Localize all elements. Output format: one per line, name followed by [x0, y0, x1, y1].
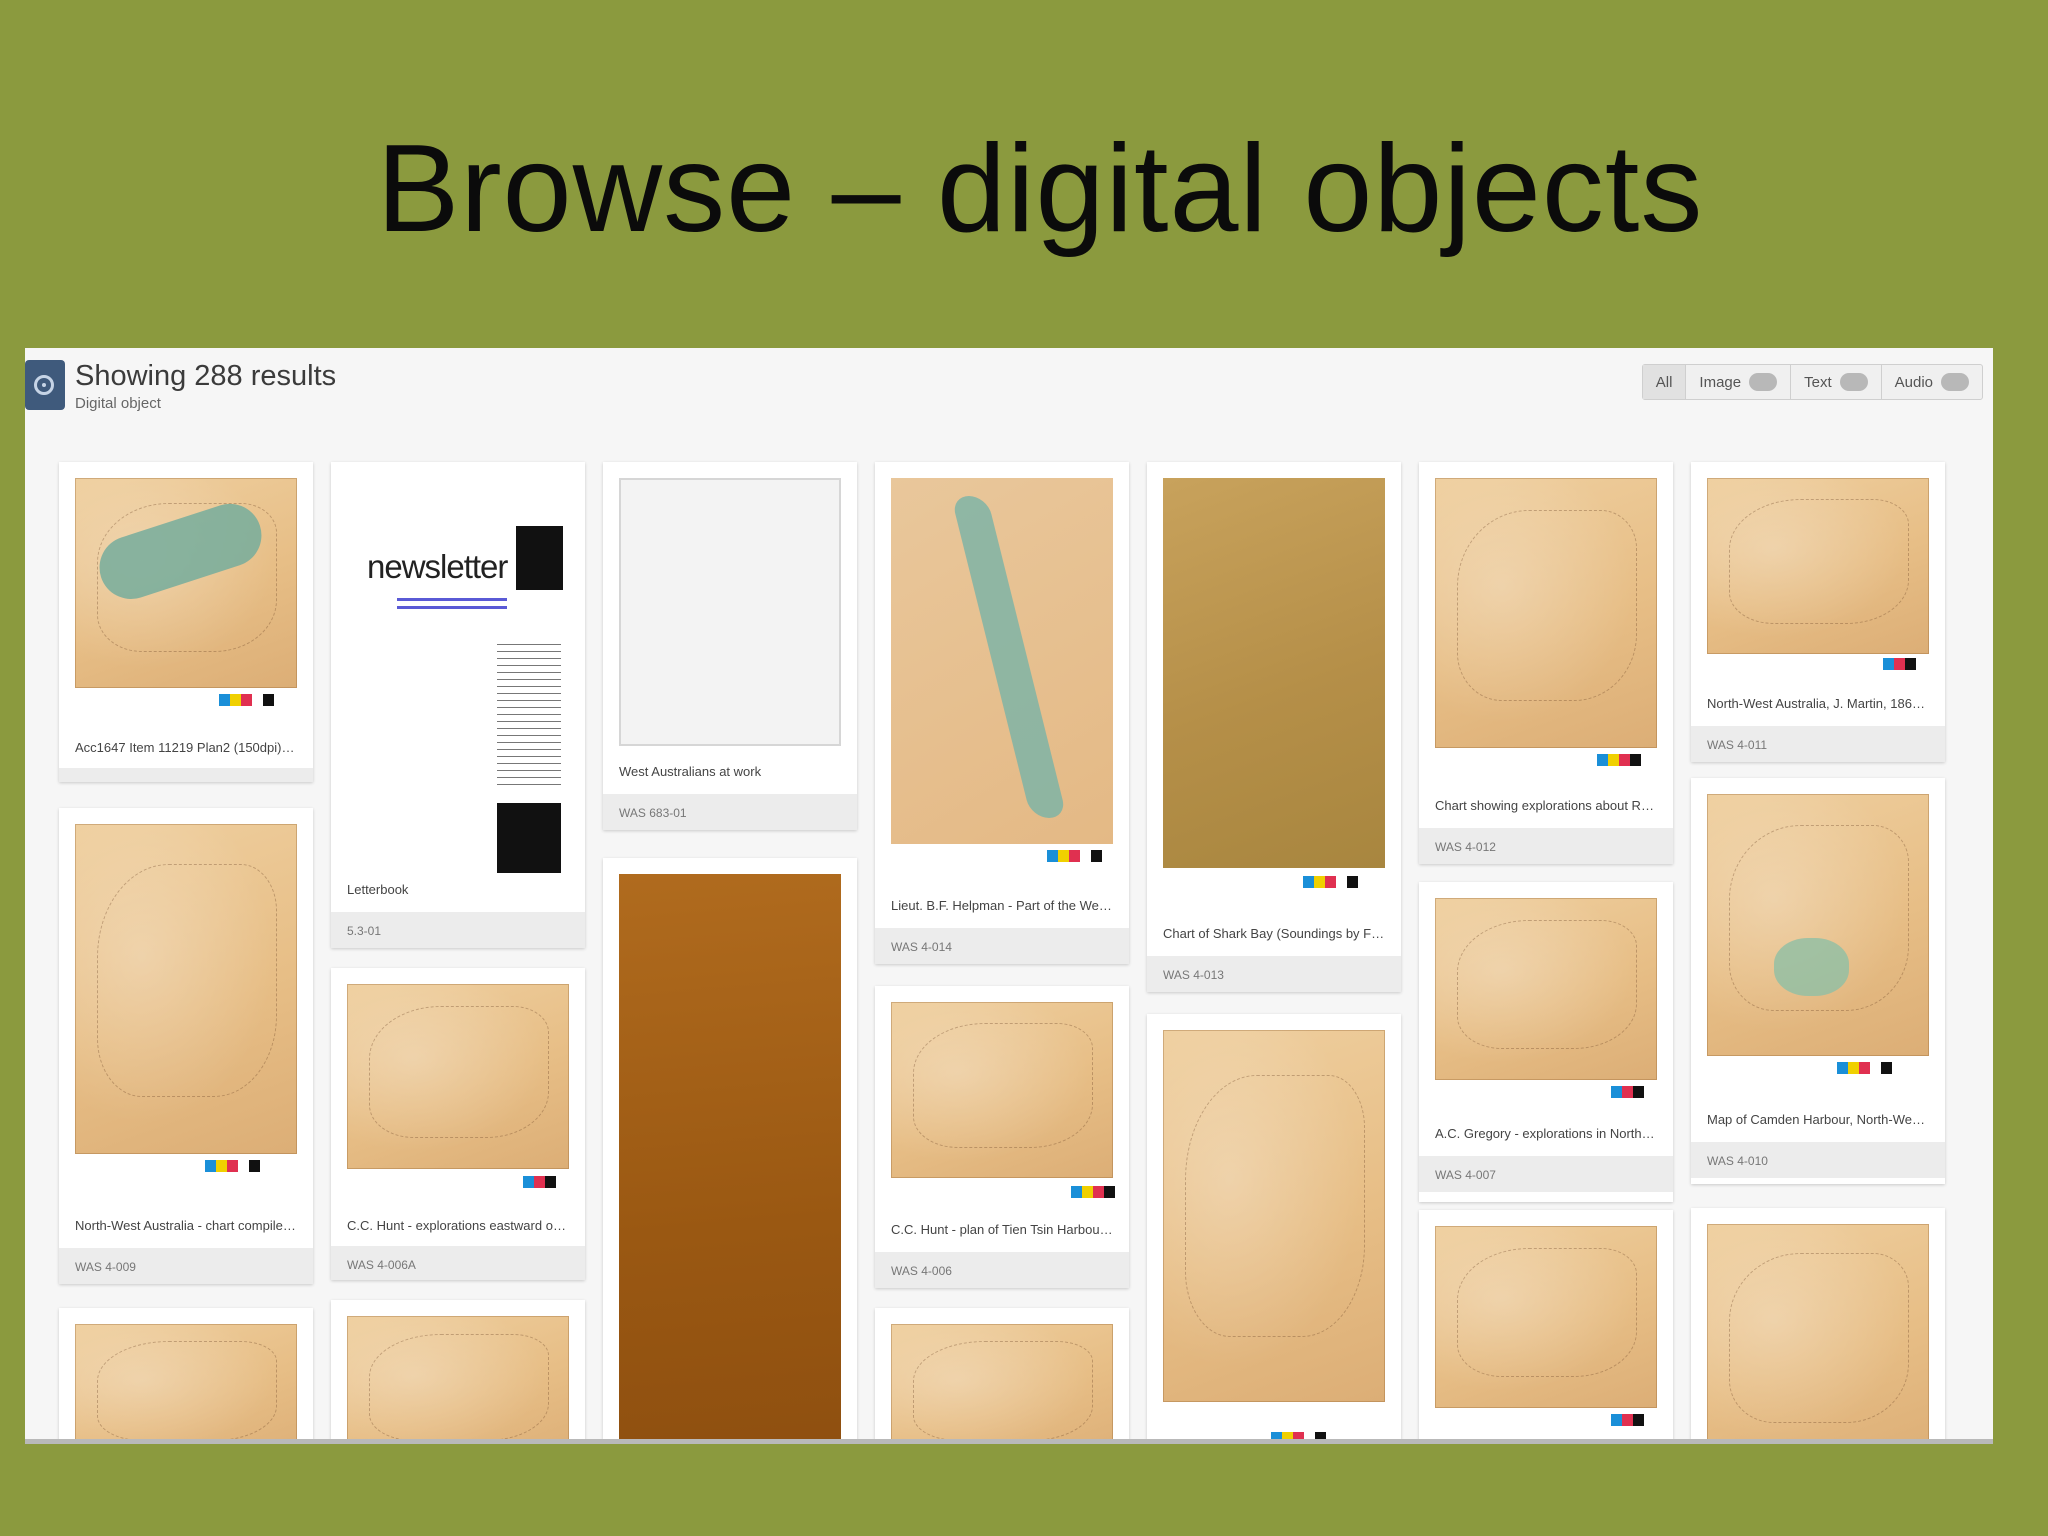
result-card[interactable]: North-West Australia, J. Martin, 1864. (…	[1691, 462, 1945, 762]
filter-image-label: Image	[1699, 373, 1742, 391]
card-title: Lieut. B.F. Helpman - Part of the West C…	[891, 898, 1113, 913]
result-card[interactable]	[59, 1308, 313, 1444]
card-title: North-West Australia, J. Martin, 1864. (…	[1707, 696, 1929, 711]
filter-audio-button[interactable]: Audio	[1882, 365, 1982, 399]
results-title: Showing 288 results	[75, 360, 337, 392]
filter-image-count	[1749, 373, 1778, 391]
result-card[interactable]: North-West Australia - chart compiled f.…	[59, 808, 313, 1284]
thumbnail	[1707, 1224, 1929, 1444]
color-calibration-bar	[1611, 1086, 1644, 1098]
card-id: WAS 4-010	[1691, 1142, 1945, 1178]
card-title: Letterbook	[347, 882, 409, 897]
color-calibration-bar	[523, 1176, 556, 1188]
thumbnail	[1435, 1226, 1657, 1408]
card-title: Chart showing explorations about Roeb...	[1435, 798, 1657, 813]
digital-object-icon	[25, 360, 65, 410]
thumbnail	[1163, 478, 1385, 868]
result-card[interactable]	[1691, 1208, 1945, 1444]
card-title: C.C. Hunt - plan of Tien Tsin Harbour (P…	[891, 1222, 1113, 1237]
thumbnail	[75, 478, 297, 688]
browser-screenshot: Showing 288 results Digital object All I…	[25, 348, 1993, 1444]
filter-all-button[interactable]: All	[1642, 365, 1687, 399]
results-subtitle: Digital object	[75, 395, 161, 412]
result-card[interactable]	[331, 1300, 585, 1444]
color-calibration-bar	[1303, 876, 1358, 888]
result-card[interactable]: Lieut. B.F. Helpman - Part of the West C…	[875, 462, 1129, 964]
card-id: WAS 4-006A	[331, 1246, 585, 1280]
result-card[interactable]: Chart of Shark Bay (Soundings by Freyci.…	[1147, 462, 1401, 992]
result-card[interactable]: C.C. Hunt - explorations eastward of N..…	[331, 968, 585, 1280]
scroll-edge	[25, 1439, 1993, 1444]
color-calibration-bar	[219, 694, 274, 706]
thumbnail	[1163, 1030, 1385, 1402]
result-card[interactable]	[1419, 1210, 1673, 1444]
thumbnail	[619, 874, 841, 1444]
thumbnail	[1707, 478, 1929, 654]
thumbnail	[891, 1324, 1113, 1444]
thumbnail	[891, 1002, 1113, 1178]
thumbnail	[1435, 898, 1657, 1080]
color-calibration-bar	[205, 1160, 260, 1172]
thumbnail	[347, 984, 569, 1169]
card-id: WAS 4-006	[875, 1252, 1129, 1288]
result-card[interactable]: C.C. Hunt - plan of Tien Tsin Harbour (P…	[875, 986, 1129, 1288]
result-card[interactable]: A.C. Gregory - explorations in Northern …	[1419, 882, 1673, 1202]
thumbnail	[75, 1324, 297, 1444]
newsletter-wordmark: newsletter	[367, 548, 508, 585]
color-calibration-bar	[1883, 658, 1916, 670]
media-filter-bar: All Image Text Audio	[1641, 364, 1983, 400]
filter-all-label: All	[1655, 373, 1673, 391]
filter-text-button[interactable]: Text	[1791, 365, 1882, 399]
result-card[interactable]: Map of Camden Harbour, North-West A... W…	[1691, 778, 1945, 1184]
result-card[interactable]: newsletter Letterbook 5.3-01	[331, 462, 585, 948]
thumbnail	[1707, 794, 1929, 1056]
thumbnail	[347, 1316, 569, 1444]
color-calibration-bar	[1047, 850, 1102, 862]
result-card[interactable]: West Australians at work WAS 683-01	[603, 462, 857, 830]
card-title: C.C. Hunt - explorations eastward of N..…	[347, 1218, 569, 1233]
thumbnail	[75, 824, 297, 1154]
filter-text-count	[1839, 373, 1868, 391]
card-id: WAS 4-011	[1691, 726, 1945, 762]
thumbnail-placeholder	[619, 478, 841, 746]
card-title: A.C. Gregory - explorations in Northern …	[1435, 1126, 1657, 1141]
thumbnail	[891, 478, 1113, 844]
card-id: WAS 4-009	[59, 1248, 313, 1284]
newsletter-thumbnail: newsletter	[347, 478, 569, 873]
card-id: WAS 4-012	[1419, 828, 1673, 864]
result-card[interactable]: Acc1647 Item 11219 Plan2 (150dpi).jpg	[59, 462, 313, 782]
filter-image-button[interactable]: Image	[1686, 365, 1792, 399]
color-calibration-bar	[1837, 1062, 1892, 1074]
result-card[interactable]: Chart showing explorations about Roeb...…	[1419, 462, 1673, 864]
result-card[interactable]	[603, 858, 857, 1444]
card-title: Chart of Shark Bay (Soundings by Freyci.…	[1163, 926, 1385, 941]
card-id: WAS 4-014	[875, 928, 1129, 964]
card-title: Acc1647 Item 11219 Plan2 (150dpi).jpg	[75, 740, 297, 755]
color-calibration-bar	[1597, 754, 1641, 766]
result-card[interactable]	[875, 1308, 1129, 1444]
result-card[interactable]	[1147, 1014, 1401, 1444]
card-title: Map of Camden Harbour, North-West A...	[1707, 1112, 1929, 1127]
filter-text-label: Text	[1804, 373, 1832, 391]
card-id: 5.3-01	[331, 912, 585, 948]
card-id: WAS 683-01	[603, 794, 857, 830]
color-calibration-bar	[1611, 1414, 1644, 1426]
card-title: West Australians at work	[619, 764, 762, 779]
card-id: WAS 4-007	[1419, 1156, 1673, 1192]
card-id: WAS 4-013	[1147, 956, 1401, 992]
slide-title: Browse – digital objects	[376, 120, 1704, 258]
card-id	[59, 768, 313, 782]
color-calibration-bar	[1071, 1186, 1115, 1198]
filter-audio-label: Audio	[1894, 373, 1933, 391]
thumbnail	[1435, 478, 1657, 748]
card-title: North-West Australia - chart compiled f.…	[75, 1218, 297, 1233]
filter-audio-count	[1941, 373, 1969, 391]
